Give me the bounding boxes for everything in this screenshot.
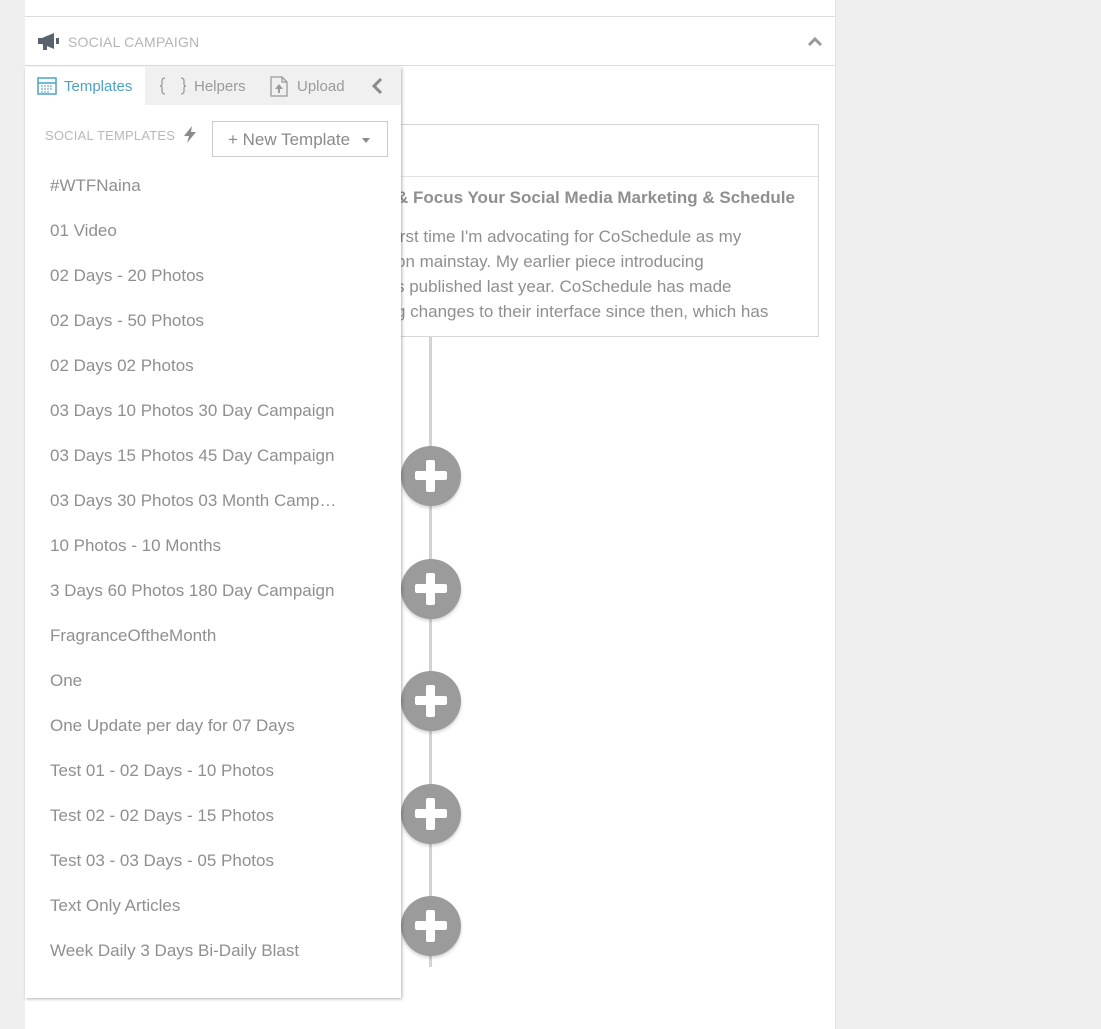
- post-title: & Focus Your Social Media Marketing & Sc…: [396, 188, 795, 207]
- template-item-label: Test 03 - 03 Days - 05 Photos: [50, 851, 274, 870]
- templates-heading: SOCIAL TEMPLATES: [45, 128, 176, 143]
- template-item-label: 02 Days 02 Photos: [50, 356, 194, 375]
- chevron-up-icon[interactable]: [807, 35, 823, 47]
- template-item-label: 03 Days 30 Photos 03 Month Campaign: [50, 491, 344, 510]
- lightning-bolt-icon[interactable]: [181, 125, 199, 144]
- template-item-label: Week Daily 3 Days Bi-Daily Blast: [50, 941, 300, 960]
- add-message-button[interactable]: [401, 559, 461, 619]
- template-item-label: 02 Days - 50 Photos: [50, 311, 205, 330]
- template-item[interactable]: 03 Days 10 Photos 30 Day Campaign: [25, 388, 401, 433]
- caret-down-icon: [362, 138, 370, 143]
- tab-helpers[interactable]: Helpers: [145, 67, 253, 105]
- template-item-label: 10 Photos - 10 Months: [50, 536, 222, 555]
- braces-icon: [159, 77, 187, 95]
- template-item[interactable]: 02 Days - 20 Photos: [25, 253, 401, 298]
- template-item[interactable]: One Update per day for 07 Days: [25, 703, 401, 748]
- add-message-button[interactable]: [401, 671, 461, 731]
- megaphone-icon: [38, 33, 59, 50]
- post-excerpt-line: s published last year. CoSchedule has ma…: [396, 277, 732, 296]
- template-item[interactable]: 03 Days 30 Photos 03 Month Campaign: [25, 478, 401, 523]
- post-card-header: [396, 125, 818, 177]
- chevron-left-icon[interactable]: [368, 76, 386, 96]
- post-excerpt-line: irst time I'm advocating for CoSchedule …: [396, 227, 742, 246]
- template-item-label: Text Only Articles: [50, 896, 181, 915]
- new-template-button[interactable]: + New Template: [212, 121, 388, 157]
- post-preview-card[interactable]: & Focus Your Social Media Marketing & Sc…: [395, 124, 819, 337]
- tab-label: Upload: [297, 78, 345, 95]
- add-message-button[interactable]: [401, 784, 461, 844]
- template-item[interactable]: 01 Video: [25, 208, 401, 253]
- section-title: SOCIAL CAMPAIGN: [68, 34, 200, 50]
- post-excerpt-line: on mainstay. My earlier piece introducin…: [396, 252, 704, 271]
- template-item[interactable]: 10 Photos - 10 Months: [25, 523, 401, 568]
- template-item[interactable]: One: [25, 658, 401, 703]
- template-item[interactable]: Test 01 - 02 Days - 10 Photos: [25, 748, 401, 793]
- add-message-button[interactable]: [401, 446, 461, 506]
- template-item[interactable]: 3 Days 60 Photos 180 Day Campaign: [25, 568, 401, 613]
- tab-upload[interactable]: Upload: [253, 67, 353, 105]
- template-item[interactable]: 02 Days - 50 Photos: [25, 298, 401, 343]
- template-item[interactable]: 02 Days 02 Photos: [25, 343, 401, 388]
- timeline-line: [429, 337, 432, 967]
- template-item-label: 01 Video: [50, 221, 117, 240]
- template-item[interactable]: #WTFNaina: [25, 163, 401, 208]
- section-header[interactable]: SOCIAL CAMPAIGN: [25, 17, 835, 66]
- post-excerpt-line: g changes to their interface since then,…: [396, 302, 769, 321]
- upload-icon: [270, 76, 288, 97]
- template-item-label: One: [50, 671, 83, 690]
- templates-icon: [37, 77, 57, 95]
- template-item-label: 3 Days 60 Photos 180 Day Campaign: [50, 581, 335, 600]
- template-item-label: #WTFNaina: [50, 176, 141, 195]
- add-message-button[interactable]: [401, 896, 461, 956]
- template-item[interactable]: FragranceOftheMonth: [25, 613, 401, 658]
- template-item[interactable]: Text Only Articles: [25, 883, 401, 928]
- post-excerpt: irst time I'm advocating for CoSchedule …: [396, 224, 811, 324]
- template-item-label: Test 02 - 02 Days - 15 Photos: [50, 806, 274, 825]
- panel-tabbar: Templates Helpers Upload: [25, 67, 401, 105]
- template-item-label: Test 01 - 02 Days - 10 Photos: [50, 761, 274, 780]
- tab-label: Helpers: [194, 78, 246, 95]
- template-item-label: 03 Days 10 Photos 30 Day Campaign: [50, 401, 335, 420]
- template-list: #WTFNaina 01 Video 02 Days - 20 Photos 02 D…: [25, 163, 401, 973]
- templates-panel: Templates Helpers Upload SOCIAL TEMPLATE…: [25, 67, 401, 998]
- template-item-label: 02 Days - 20 Photos: [50, 266, 205, 285]
- template-item-label: 03 Days 15 Photos 45 Day Campaign: [50, 446, 335, 465]
- template-item-label: One Update per day for 07 Days: [50, 716, 295, 735]
- template-item[interactable]: Test 03 - 03 Days - 05 Photos: [25, 838, 401, 883]
- new-template-label: + New Template: [228, 130, 351, 149]
- template-item-label: FragranceOftheMonth: [50, 626, 217, 645]
- tab-label: Templates: [64, 78, 133, 95]
- template-item[interactable]: Week Daily 3 Days Bi-Daily Blast: [25, 928, 401, 973]
- template-item[interactable]: Test 02 - 02 Days - 15 Photos: [25, 793, 401, 838]
- tab-templates[interactable]: Templates: [25, 67, 145, 105]
- template-item[interactable]: 03 Days 15 Photos 45 Day Campaign: [25, 433, 401, 478]
